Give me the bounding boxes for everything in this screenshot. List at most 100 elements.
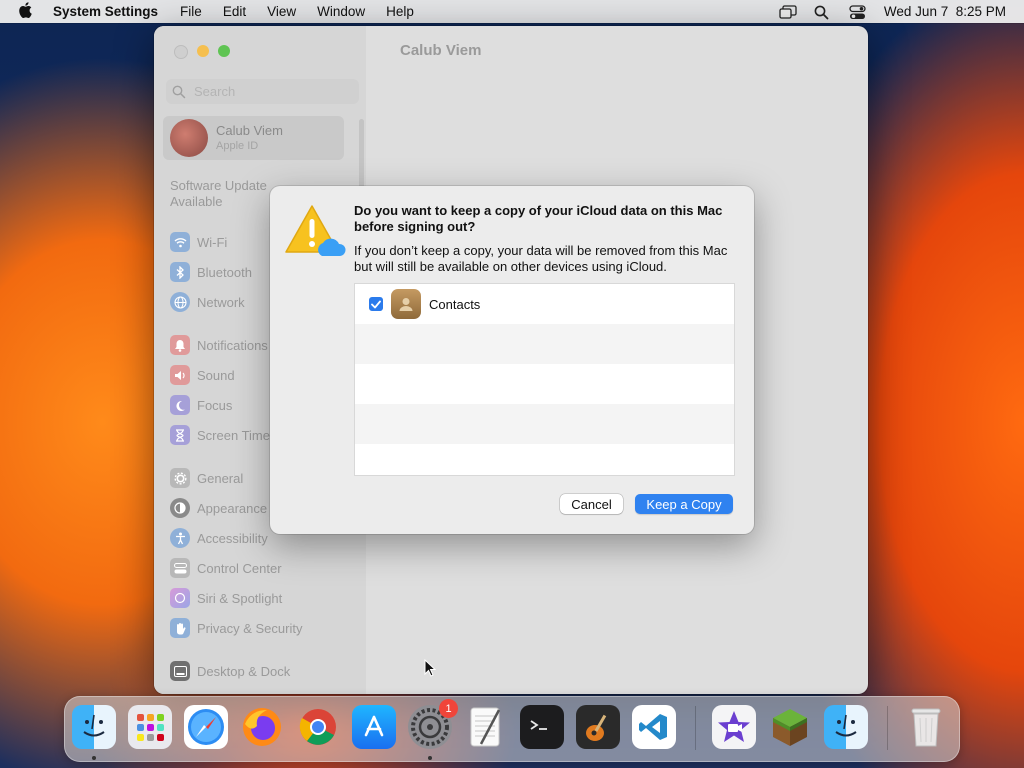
- sidebar-item-bluetooth[interactable]: Bluetooth: [170, 261, 252, 283]
- wifi-icon: [170, 232, 190, 252]
- garageband-dock-icon[interactable]: [576, 705, 620, 749]
- cancel-button[interactable]: Cancel: [560, 494, 623, 514]
- launchpad-dock-icon[interactable]: [128, 705, 172, 749]
- sidebar-item-label: Network: [197, 294, 245, 310]
- screen-time-icon: [170, 425, 190, 445]
- control-center-icon[interactable]: [849, 4, 866, 19]
- icloud-data-list: Contacts: [354, 283, 735, 476]
- terminal-dock-icon[interactable]: [520, 705, 564, 749]
- desktop-dock-icon: [170, 661, 190, 681]
- menu-edit[interactable]: Edit: [223, 4, 246, 19]
- contacts-icon: [391, 289, 421, 319]
- sidebar-item-siri-spotlight[interactable]: Siri & Spotlight: [170, 587, 282, 609]
- imovie-dock-icon[interactable]: [712, 705, 756, 749]
- minimize-window-button[interactable]: [197, 45, 209, 57]
- network-icon: [170, 292, 190, 312]
- dock-separator: [695, 706, 696, 750]
- avatar: [170, 119, 208, 157]
- sidebar-item-label: Sound: [197, 367, 235, 383]
- safari-dock-icon[interactable]: [184, 705, 228, 749]
- accessibility-icon: [170, 528, 190, 548]
- zoom-window-button[interactable]: [218, 45, 230, 57]
- sidebar-item-network[interactable]: Network: [170, 291, 245, 313]
- siri-icon: [170, 588, 190, 608]
- sidebar-item-label: Accessibility: [197, 530, 268, 546]
- sidebar-item-label: Bluetooth: [197, 264, 252, 280]
- firefox-dock-icon[interactable]: [240, 705, 284, 749]
- bluetooth-icon: [170, 262, 190, 282]
- sidebar-item-label: Control Center: [197, 560, 282, 576]
- sidebar-item-wifi[interactable]: Wi-Fi: [170, 231, 227, 253]
- keep-a-copy-button[interactable]: Keep a Copy: [635, 494, 733, 514]
- vscode-dock-icon[interactable]: [632, 705, 676, 749]
- menu-app-name[interactable]: System Settings: [53, 4, 158, 19]
- contacts-label: Contacts: [429, 296, 481, 312]
- chrome-dock-icon[interactable]: [296, 705, 340, 749]
- apple-menu-icon[interactable]: [18, 1, 36, 22]
- window-title: Calub Viem: [400, 42, 482, 59]
- sidebar-item-general[interactable]: General: [170, 467, 243, 489]
- textedit-dock-icon[interactable]: [464, 705, 508, 749]
- running-indicator: [92, 756, 96, 760]
- sidebar-item-notifications[interactable]: Notifications: [170, 334, 268, 356]
- search-placeholder: Search: [194, 84, 236, 99]
- sidebar-item-desktop-dock[interactable]: Desktop & Dock: [170, 660, 290, 682]
- gear-icon: [170, 468, 190, 488]
- mouse-pointer-icon: [424, 658, 437, 677]
- account-name: Calub Viem: [216, 123, 283, 138]
- sidebar-search-field[interactable]: Search: [166, 79, 359, 104]
- sidebar-item-control-center[interactable]: Control Center: [170, 557, 282, 579]
- appearance-icon: [170, 498, 190, 518]
- control-center-icon: [170, 558, 190, 578]
- sidebar-item-label: Focus: [197, 397, 233, 413]
- finder-dock-icon[interactable]: [72, 705, 116, 749]
- finder-dock-icon[interactable]: [824, 705, 868, 749]
- menu-window[interactable]: Window: [317, 4, 365, 19]
- app-store-dock-icon[interactable]: [352, 705, 396, 749]
- hand-icon: [170, 618, 190, 638]
- sidebar-item-focus[interactable]: Focus: [170, 394, 232, 416]
- menu-help[interactable]: Help: [386, 4, 414, 19]
- sidebar-item-appearance[interactable]: Appearance: [170, 497, 267, 519]
- notification-badge: 1: [439, 699, 458, 718]
- trash-dock-icon[interactable]: [904, 705, 948, 749]
- sidebar-item-label: General: [197, 470, 244, 486]
- sidebar-item-label: Screen Time: [197, 427, 270, 443]
- sound-icon: [170, 365, 190, 385]
- list-row-empty: [355, 364, 734, 404]
- focus-icon: [170, 395, 190, 415]
- contacts-checkbox[interactable]: [369, 297, 383, 311]
- menu-view[interactable]: View: [267, 4, 296, 19]
- close-window-button[interactable]: [174, 45, 188, 59]
- sidebar-item-apple-id[interactable]: Calub Viem Apple ID: [163, 116, 344, 160]
- menu-bar: System Settings File Edit View Window He…: [0, 0, 1024, 23]
- sidebar-item-screen-time[interactable]: Screen Time: [170, 424, 270, 446]
- spotlight-search-icon[interactable]: [814, 5, 831, 19]
- warning-icloud-icon: [284, 202, 346, 262]
- list-row-empty: [355, 404, 734, 444]
- sidebar-item-label: Desktop & Dock: [197, 663, 291, 679]
- menu-file[interactable]: File: [180, 4, 202, 19]
- sidebar-item-accessibility[interactable]: Accessibility: [170, 527, 268, 549]
- sidebar-item-label: Privacy & Security: [197, 620, 303, 636]
- window-controls: [174, 45, 230, 59]
- menu-clock[interactable]: Wed Jun 7 8:25 PM: [884, 4, 1006, 19]
- sidebar-item-label: Appearance: [197, 500, 268, 516]
- sidebar-item-label: Notifications: [197, 337, 268, 353]
- dialog-message: If you don’t keep a copy, your data will…: [354, 243, 728, 274]
- minecraft-dock-icon[interactable]: [768, 705, 812, 749]
- icloud-signout-dialog: Do you want to keep a copy of your iClou…: [270, 186, 754, 534]
- sidebar-item-privacy-security[interactable]: Privacy & Security: [170, 617, 302, 639]
- list-row-empty: [355, 324, 734, 364]
- system-settings-dock-icon[interactable]: 1: [408, 699, 458, 749]
- sidebar-item-sound[interactable]: Sound: [170, 364, 235, 386]
- screen-mirroring-icon[interactable]: [779, 4, 797, 19]
- account-subtitle: Apple ID: [216, 140, 259, 152]
- search-icon: [172, 85, 186, 99]
- dialog-title: Do you want to keep a copy of your iClou…: [354, 203, 723, 234]
- dock: 1: [64, 696, 960, 762]
- dock-separator: [887, 706, 888, 750]
- sidebar-item-label: Wi-Fi: [197, 234, 228, 250]
- notifications-icon: [170, 335, 190, 355]
- list-item-contacts[interactable]: Contacts: [355, 284, 734, 324]
